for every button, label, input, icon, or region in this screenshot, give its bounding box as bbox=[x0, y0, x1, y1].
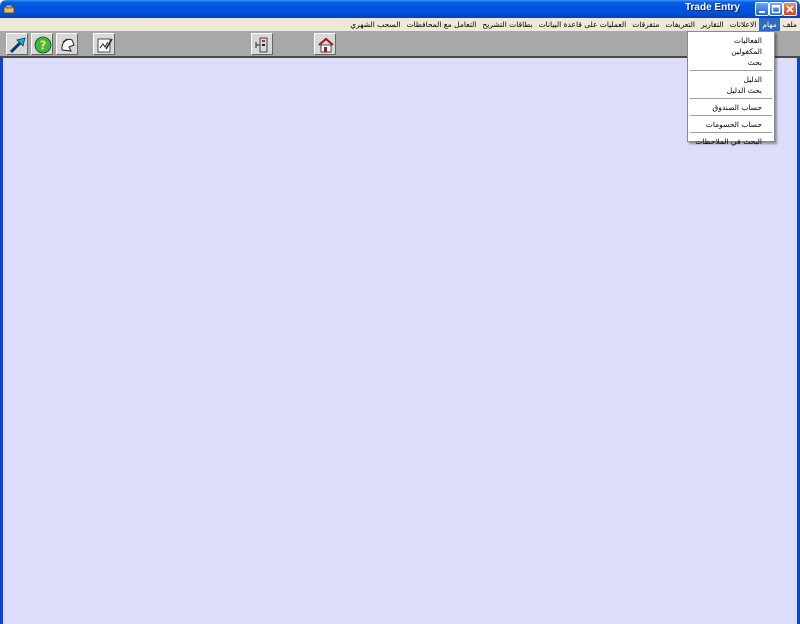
menu-item-search[interactable]: بحث bbox=[688, 57, 774, 68]
house-icon[interactable] bbox=[314, 33, 336, 55]
menu-item-directory-search[interactable]: بحث الدليل bbox=[688, 85, 774, 96]
menu-item-sponsored[interactable]: المكفولين bbox=[688, 46, 774, 57]
menu-announcements[interactable]: الاعلانات bbox=[727, 18, 760, 31]
tool-icon[interactable] bbox=[56, 33, 78, 55]
menu-reports[interactable]: التقارير bbox=[698, 18, 727, 31]
menu-bar: ملفمهامالاعلاناتالتقاريرالتعريفاتمتفرقات… bbox=[0, 18, 800, 31]
separator bbox=[690, 115, 772, 116]
menu-item-notes-search[interactable]: البحث في الملاحظات bbox=[688, 136, 774, 147]
separator bbox=[690, 98, 772, 99]
close-button[interactable] bbox=[783, 2, 797, 16]
menu-definitions[interactable]: التعريفات bbox=[662, 18, 698, 31]
menu-misc[interactable]: متفرقات bbox=[629, 18, 662, 31]
edit-form-icon[interactable] bbox=[93, 33, 115, 55]
minimize-button[interactable] bbox=[755, 2, 769, 16]
separator bbox=[690, 70, 772, 71]
tasks-dropdown: الفعاليات المكفولين بحث الدليل بحث الدلي… bbox=[687, 31, 775, 146]
window-title: Trade Entry bbox=[684, 2, 740, 13]
menu-database-ops[interactable]: العمليات على قاعدة البيانات bbox=[536, 18, 630, 31]
menu-item-fund-account[interactable]: حساب الصندوق bbox=[688, 102, 774, 113]
network-icon[interactable] bbox=[251, 33, 273, 55]
arrow-icon[interactable] bbox=[6, 33, 28, 55]
menu-monthly-draw[interactable]: السحب الشهري bbox=[347, 18, 403, 31]
app-icon[interactable] bbox=[3, 3, 15, 15]
menu-item-activities[interactable]: الفعاليات bbox=[688, 35, 774, 46]
menu-file[interactable]: ملف bbox=[780, 18, 800, 31]
menu-tasks[interactable]: مهام bbox=[759, 18, 780, 31]
separator bbox=[690, 132, 772, 133]
svg-text:?: ? bbox=[40, 39, 47, 53]
help-icon[interactable]: ? bbox=[31, 33, 53, 55]
menu-anatomy-cards[interactable]: بطاقات التشريح bbox=[479, 18, 535, 31]
toolbar: ? bbox=[0, 31, 800, 58]
menu-item-deductions-account[interactable]: حساب الحسومات bbox=[688, 119, 774, 130]
maximize-button[interactable] bbox=[769, 2, 783, 16]
title-bar: Trade Entry bbox=[0, 0, 800, 18]
menu-governorates[interactable]: التعامل مع المحافظات bbox=[403, 18, 479, 31]
main-workspace bbox=[0, 58, 800, 624]
menu-item-directory[interactable]: الدليل bbox=[688, 74, 774, 85]
